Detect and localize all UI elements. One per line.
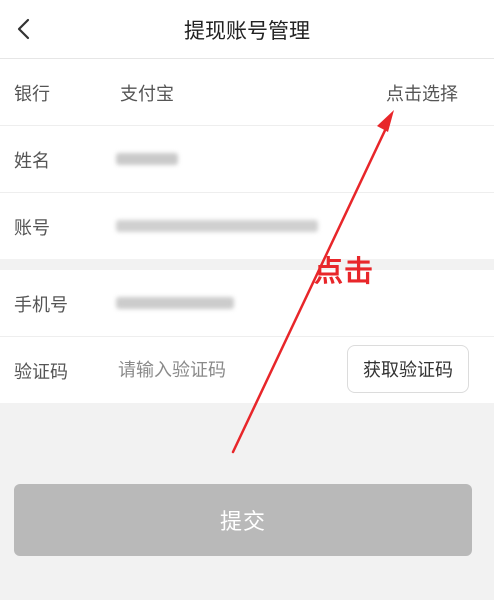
bank-select-link[interactable]: 点击选择 <box>386 80 458 106</box>
account-info-section: 银行 支付宝 点击选择 姓名 账号 <box>0 59 494 259</box>
header: 提现账号管理 <box>0 0 494 59</box>
code-input[interactable] <box>118 353 328 387</box>
bank-value: 支付宝 <box>120 84 174 105</box>
get-code-button[interactable]: 获取验证码 <box>347 345 469 393</box>
name-row[interactable]: 姓名 <box>0 126 494 193</box>
bank-row[interactable]: 银行 支付宝 点击选择 <box>0 59 494 126</box>
name-label: 姓名 <box>14 151 50 172</box>
bank-label: 银行 <box>14 84 50 105</box>
page-title: 提现账号管理 <box>184 19 310 43</box>
phone-row[interactable]: 手机号 <box>0 270 494 337</box>
code-label: 验证码 <box>14 362 68 383</box>
account-row[interactable]: 账号 <box>0 193 494 259</box>
account-value-blurred <box>116 220 318 232</box>
phone-label: 手机号 <box>14 295 68 316</box>
submit-button[interactable]: 提交 <box>14 484 472 556</box>
verification-section: 手机号 验证码 获取验证码 <box>0 270 494 403</box>
account-label: 账号 <box>14 218 50 239</box>
name-value-blurred <box>116 153 178 165</box>
code-row: 验证码 获取验证码 <box>0 337 494 403</box>
phone-value-blurred <box>116 297 234 309</box>
annotation-label: 点击 <box>314 254 375 288</box>
